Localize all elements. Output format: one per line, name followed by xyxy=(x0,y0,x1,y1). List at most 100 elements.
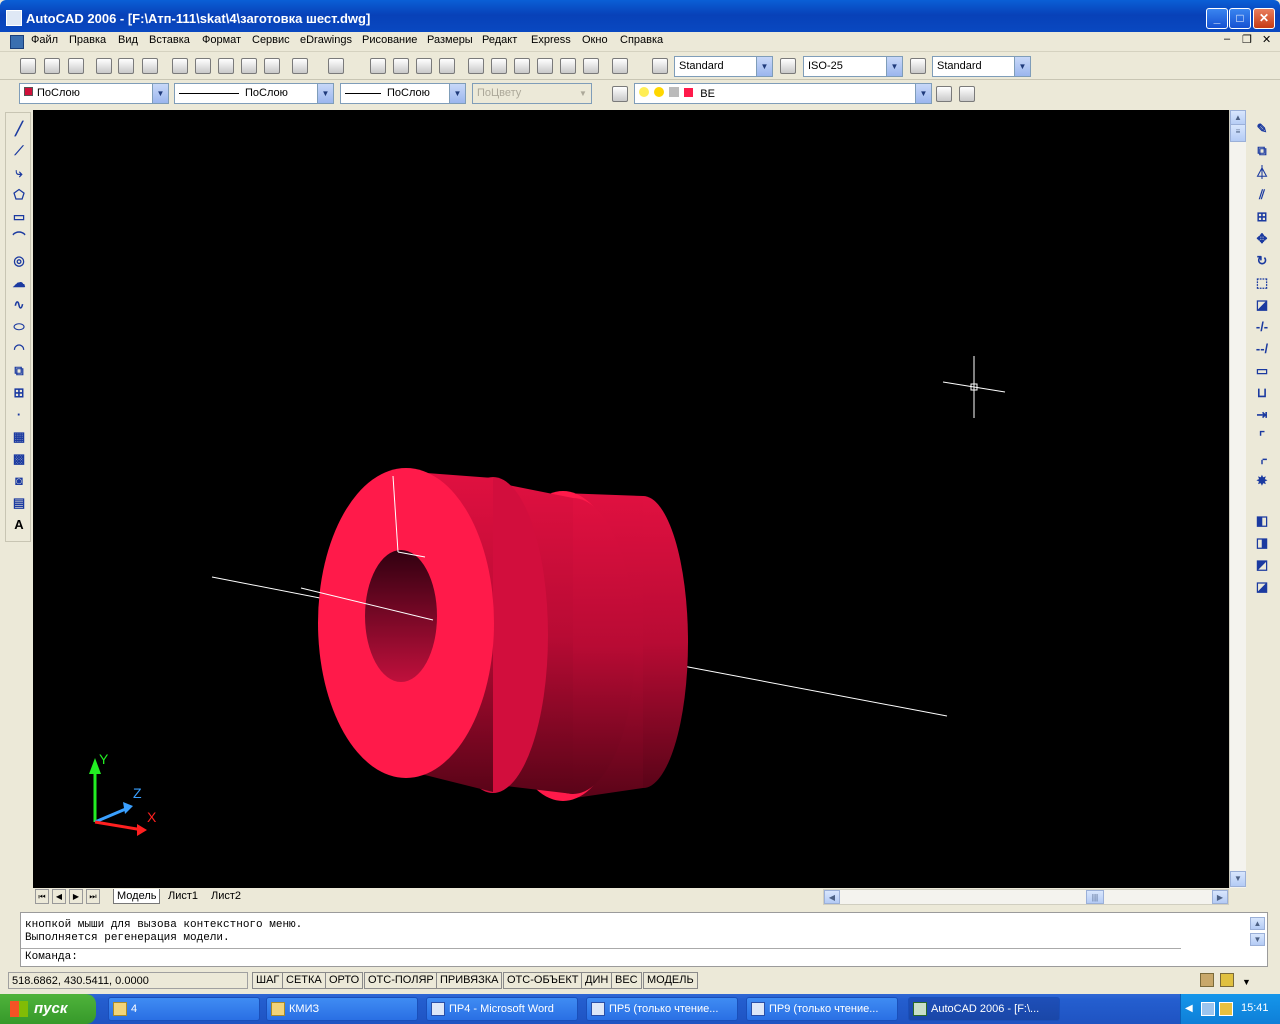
zoom-realtime-icon[interactable] xyxy=(393,58,409,74)
fillet-icon[interactable]: ⌌ xyxy=(1254,451,1270,467)
ortho-toggle[interactable]: ОРТО xyxy=(325,972,364,989)
task-folder-4[interactable]: 4 xyxy=(108,997,260,1021)
start-button[interactable]: пуск xyxy=(0,994,96,1024)
vertical-scrollbar[interactable]: ▲ ≡ ▼ xyxy=(1229,110,1246,888)
menu-tools[interactable]: Сервис xyxy=(252,34,290,46)
linetype-select[interactable]: ПоСлою ▼ xyxy=(174,83,334,104)
zoom-previous-icon[interactable] xyxy=(439,58,455,74)
last-tab-icon[interactable]: ⏭ xyxy=(86,889,100,904)
menu-view[interactable]: Вид xyxy=(118,34,138,46)
autocad-app-icon[interactable] xyxy=(6,10,22,26)
chevron-down-icon[interactable]: ▼ xyxy=(886,57,902,76)
mirror-icon[interactable]: ⏃ xyxy=(1254,165,1270,181)
extend-icon[interactable]: --/ xyxy=(1254,341,1270,357)
volume-icon[interactable] xyxy=(1219,1002,1233,1016)
menu-window[interactable]: Окно xyxy=(582,34,608,46)
arc-icon[interactable]: ⌒ xyxy=(11,231,27,247)
command-scroll-up-icon[interactable]: ▲ xyxy=(1250,917,1265,930)
join-icon[interactable]: ⇥ xyxy=(1254,407,1270,423)
tab-layout2[interactable]: Лист2 xyxy=(208,889,245,904)
snap-toggle[interactable]: ШАГ xyxy=(252,972,284,989)
maximize-button[interactable]: □ xyxy=(1229,8,1251,29)
layer-manager-icon[interactable] xyxy=(612,86,628,102)
first-tab-icon[interactable]: ⏮ xyxy=(35,889,49,904)
table-icon[interactable]: ▤ xyxy=(11,495,27,511)
insert-block-icon[interactable]: ⧉ xyxy=(11,363,27,379)
chevron-down-icon[interactable]: ▼ xyxy=(152,84,168,103)
construction-line-icon[interactable]: ⟋ xyxy=(11,143,27,159)
command-scroll-down-icon[interactable]: ▼ xyxy=(1250,933,1265,946)
revision-cloud-icon[interactable]: ☁ xyxy=(11,275,27,291)
send-under-icon[interactable]: ◪ xyxy=(1254,579,1270,595)
draw-order-front-icon[interactable]: ◧ xyxy=(1254,513,1270,529)
chevron-down-icon[interactable]: ▼ xyxy=(449,84,465,103)
menu-insert[interactable]: Вставка xyxy=(149,34,190,46)
make-block-icon[interactable]: ⊞ xyxy=(11,385,27,401)
task-word-pr4[interactable]: ПР4 - Microsoft Word xyxy=(426,997,578,1021)
explode-icon[interactable]: ✸ xyxy=(1254,473,1270,489)
doc-restore-button[interactable]: ❐ xyxy=(1242,33,1252,46)
command-window[interactable]: кнопкой мыши для вызова контекстного мен… xyxy=(20,912,1268,967)
trim-icon[interactable]: -/- xyxy=(1254,319,1270,335)
stretch-icon[interactable]: ◪ xyxy=(1254,297,1270,313)
point-icon[interactable]: · xyxy=(11,407,27,423)
sheet-set-icon[interactable] xyxy=(537,58,553,74)
network-icon[interactable] xyxy=(1201,1002,1215,1016)
tab-model[interactable]: Модель xyxy=(113,889,161,904)
shaft-blank-3d-model[interactable] xyxy=(318,468,688,801)
pan-icon[interactable] xyxy=(370,58,386,74)
help-icon[interactable] xyxy=(612,58,628,74)
menu-format[interactable]: Формат xyxy=(202,34,241,46)
tab-layout1[interactable]: Лист1 xyxy=(165,889,202,904)
scroll-left-icon[interactable]: ◀ xyxy=(824,890,840,904)
chevron-down-icon[interactable]: ▼ xyxy=(915,84,931,103)
prev-tab-icon[interactable]: ◀ xyxy=(52,889,66,904)
status-menu-icon[interactable]: ▼ xyxy=(1242,977,1251,987)
circle-icon[interactable]: ◎ xyxy=(11,253,27,269)
dyn-toggle[interactable]: ДИН xyxy=(581,972,613,989)
text-style-icon[interactable] xyxy=(652,58,668,74)
layer-previous-icon[interactable] xyxy=(959,86,975,102)
dim-style-icon[interactable] xyxy=(780,58,796,74)
plot-preview-icon[interactable] xyxy=(118,58,134,74)
plot-icon[interactable] xyxy=(96,58,112,74)
tool-palettes-icon[interactable] xyxy=(514,58,530,74)
properties-icon[interactable] xyxy=(468,58,484,74)
lock-icon[interactable] xyxy=(669,87,680,97)
line-icon[interactable]: ╱ xyxy=(11,121,27,137)
osnap-toggle[interactable]: ПРИВЯЗКА xyxy=(436,972,503,989)
ellipse-arc-icon[interactable]: ◠ xyxy=(11,341,27,357)
zoom-window-icon[interactable] xyxy=(416,58,432,74)
calculator-icon[interactable] xyxy=(583,58,599,74)
tray-expand-icon[interactable]: ◀ xyxy=(1185,1003,1193,1014)
polyline-icon[interactable]: ⤷ xyxy=(11,165,27,181)
layer-select[interactable]: ВЕ ▼ xyxy=(634,83,932,104)
table-style-select[interactable]: Standard ▼ xyxy=(932,56,1031,77)
task-folder-kmiz[interactable]: КМИЗ xyxy=(266,997,418,1021)
gradient-icon[interactable]: ▩ xyxy=(11,451,27,467)
menu-help[interactable]: Справка xyxy=(620,34,663,46)
minimize-button[interactable]: _ xyxy=(1206,8,1228,29)
grid-toggle[interactable]: СЕТКА xyxy=(282,972,326,989)
doc-close-button[interactable]: ✕ xyxy=(1262,33,1271,46)
document-icon[interactable] xyxy=(10,35,24,49)
task-autocad[interactable]: AutoCAD 2006 - [F:\... xyxy=(908,997,1060,1021)
scroll-right-icon[interactable]: ▶ xyxy=(1212,890,1228,904)
polar-toggle[interactable]: ОТС-ПОЛЯР xyxy=(364,972,438,989)
erase-icon[interactable]: ✎ xyxy=(1254,121,1270,137)
region-icon[interactable]: ◙ xyxy=(11,473,27,489)
chevron-down-icon[interactable]: ▼ xyxy=(756,57,772,76)
task-word-pr5[interactable]: ПР5 (только чтение... xyxy=(586,997,738,1021)
menu-edit[interactable]: Правка xyxy=(69,34,106,46)
otrack-toggle[interactable]: ОТС-ОБЪЕКТ xyxy=(503,972,583,989)
rotate-icon[interactable]: ↻ xyxy=(1254,253,1270,269)
paste-icon[interactable] xyxy=(218,58,234,74)
clock[interactable]: 15:41 xyxy=(1241,1002,1269,1014)
bulb-icon[interactable] xyxy=(639,87,649,97)
menu-express[interactable]: Express xyxy=(531,34,571,46)
break-icon[interactable]: ⊔ xyxy=(1254,385,1270,401)
color-select[interactable]: ПоСлою ▼ xyxy=(19,83,169,104)
copy-object-icon[interactable]: ⧉ xyxy=(1254,143,1270,159)
spline-icon[interactable]: ∿ xyxy=(11,297,27,313)
table-style-icon[interactable] xyxy=(910,58,926,74)
